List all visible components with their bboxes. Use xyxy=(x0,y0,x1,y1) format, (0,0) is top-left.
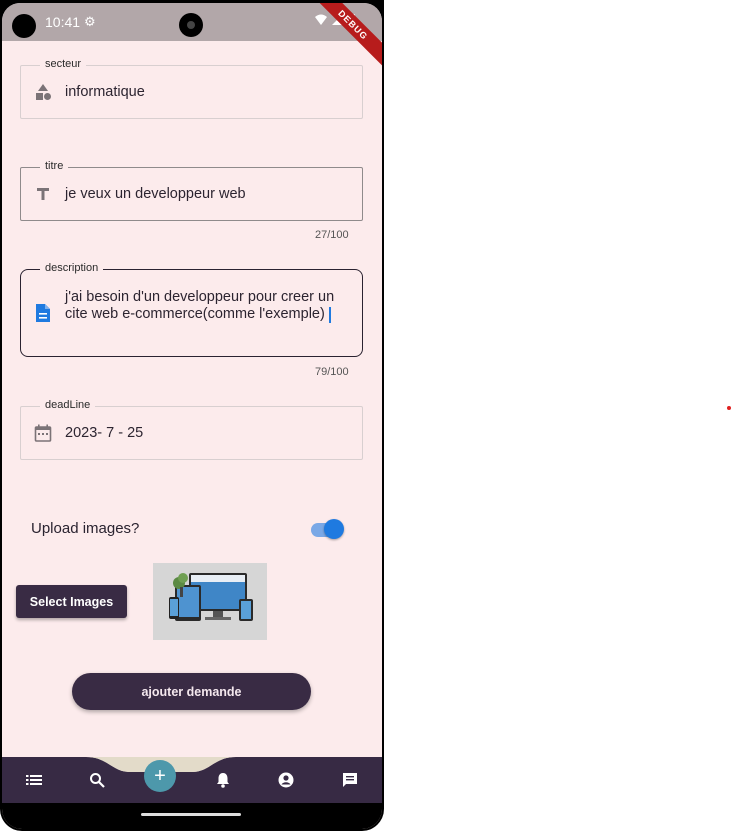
description-field[interactable]: j'ai besoin d'un developpeur pour creer … xyxy=(20,269,363,357)
gesture-area xyxy=(2,803,382,829)
app-screen: 10:41 ⚙ DEBUG informatique secteur je ve… xyxy=(2,3,382,829)
camera-cutout xyxy=(12,14,36,38)
bottom-navigation: + xyxy=(2,757,382,803)
titre-label: titre xyxy=(40,160,69,172)
select-images-button[interactable]: Select Images xyxy=(16,585,127,618)
titre-counter: 27/100 xyxy=(315,229,349,241)
document-icon xyxy=(33,303,53,323)
status-bar: 10:41 ⚙ DEBUG xyxy=(2,3,382,70)
status-time: 10:41 xyxy=(45,14,81,30)
titre-value: je veux un developpeur web xyxy=(65,186,246,202)
phone-frame: 10:41 ⚙ DEBUG informatique secteur je ve… xyxy=(0,0,384,831)
list-icon[interactable] xyxy=(23,769,45,791)
category-icon xyxy=(33,82,53,102)
description-line-1: j'ai besoin d'un developpeur pour creer … xyxy=(65,289,335,305)
secteur-label: secteur xyxy=(40,58,87,70)
settings-status-icon: ⚙ xyxy=(84,14,96,29)
selected-image-thumbnail[interactable] xyxy=(153,563,267,640)
search-icon[interactable] xyxy=(86,769,108,791)
account-icon[interactable] xyxy=(275,769,297,791)
description-line-2: cite web e-commerce(comme l'exemple) xyxy=(65,306,325,322)
title-icon xyxy=(33,184,53,204)
upload-toggle[interactable] xyxy=(324,519,344,539)
calendar-icon xyxy=(33,423,53,443)
ajouter-demande-button[interactable]: ajouter demande xyxy=(72,673,311,710)
deadline-field[interactable]: 2023- 7 - 25 xyxy=(20,406,363,460)
description-label: description xyxy=(40,262,104,274)
red-dot-marker xyxy=(727,406,731,410)
deadline-label: deadLine xyxy=(40,399,96,411)
secteur-field[interactable]: informatique xyxy=(20,65,363,119)
text-cursor xyxy=(329,307,331,323)
chat-icon[interactable] xyxy=(339,769,361,791)
description-counter: 79/100 xyxy=(315,366,349,378)
front-camera xyxy=(179,13,203,37)
notifications-icon[interactable] xyxy=(212,769,234,791)
home-indicator[interactable] xyxy=(141,813,241,816)
titre-field[interactable]: je veux un developpeur web xyxy=(20,167,363,221)
upload-images-label: Upload images? xyxy=(31,520,140,537)
deadline-value: 2023- 7 - 25 xyxy=(65,425,144,441)
add-icon[interactable]: + xyxy=(144,760,176,792)
secteur-value: informatique xyxy=(65,84,145,100)
